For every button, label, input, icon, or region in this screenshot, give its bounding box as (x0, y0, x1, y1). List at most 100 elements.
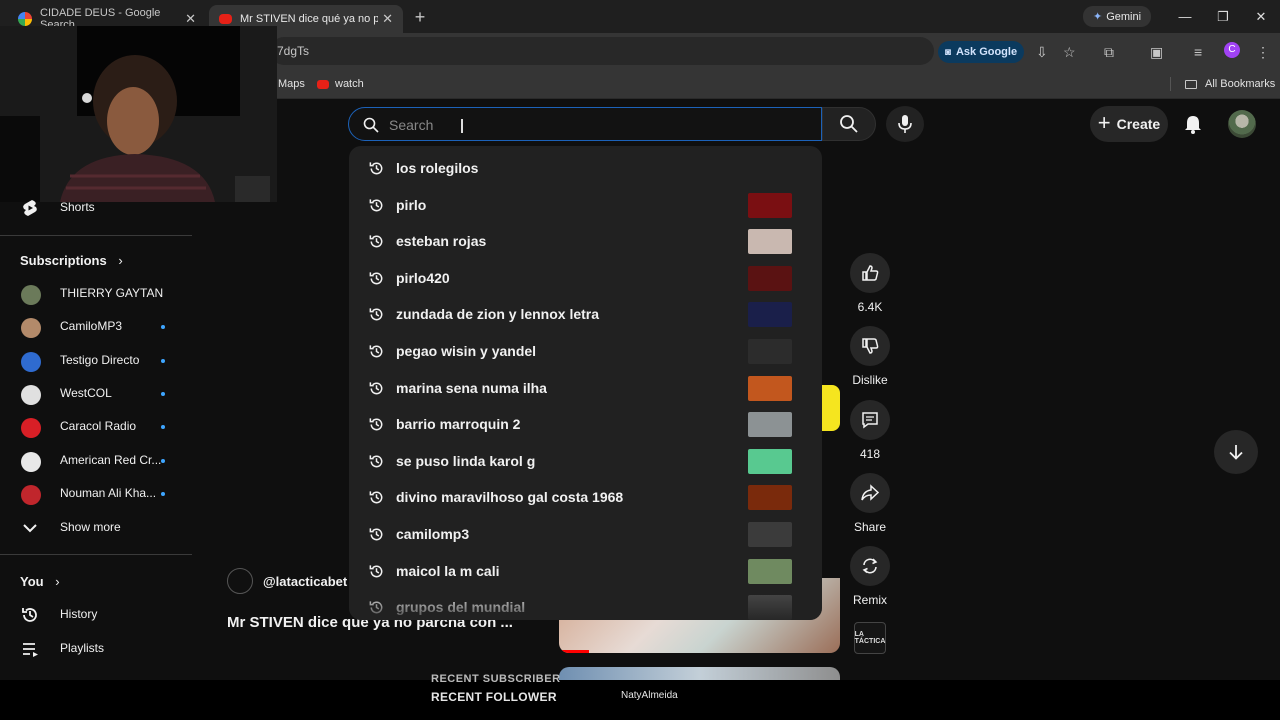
arrow-down-icon (1229, 445, 1243, 460)
close-icon[interactable]: ✕ (185, 11, 196, 27)
maximize-button[interactable]: ❐ (1204, 0, 1242, 33)
next-short-button[interactable] (1214, 430, 1258, 474)
search-suggestions-dropdown: los rolegilos pirlo esteban rojas pirlo420 z… (349, 146, 822, 620)
media-controls-icon[interactable]: ≡ (1194, 44, 1202, 60)
suggestion-text: pirlo (396, 196, 427, 213)
bookmark-star-icon[interactable]: ☆ (1063, 44, 1076, 61)
close-window-button[interactable]: ✕ (1242, 0, 1280, 33)
search-icon (840, 115, 858, 133)
omnibox[interactable]: 7dgTs (270, 37, 934, 65)
remix-button[interactable]: Remix (850, 546, 890, 607)
comment-icon[interactable] (850, 400, 890, 440)
bookmark-label: Maps (278, 78, 305, 90)
search-input[interactable]: Search (348, 107, 822, 141)
ask-google-button[interactable]: ◙ Ask Google (938, 41, 1024, 63)
comments-button[interactable]: 418 (850, 400, 890, 461)
channel-avatar[interactable] (227, 568, 253, 594)
search-suggestion[interactable]: pirlo (349, 187, 822, 223)
search-suggestion[interactable]: barrio marroquin 2 (349, 406, 822, 442)
share-button[interactable]: Share (850, 473, 890, 534)
create-button[interactable]: + Create (1090, 106, 1168, 142)
like-button[interactable]: 6.4K (850, 253, 890, 314)
side-panel-icon[interactable]: ▣ (1150, 44, 1163, 61)
subscription-item[interactable]: Testigo Directo (0, 344, 192, 378)
bookmarks-divider (1170, 77, 1171, 91)
sidebar-item-shorts[interactable]: Shorts (0, 191, 192, 225)
subscriptions-heading[interactable]: Subscriptions › (20, 253, 123, 268)
like-icon[interactable] (850, 253, 890, 293)
folder-icon (1185, 79, 1197, 89)
shorts-icon (23, 200, 37, 216)
bookmark-maps[interactable]: Maps (278, 78, 305, 90)
new-tab-button[interactable]: + (410, 7, 430, 28)
dislike-icon[interactable] (850, 326, 890, 366)
search-suggestion[interactable]: pirlo420 (349, 260, 822, 296)
search-suggestion[interactable]: esteban rojas (349, 223, 822, 259)
subscription-item[interactable]: Nouman Ali Kha... (0, 477, 192, 511)
you-heading[interactable]: You › (20, 574, 60, 589)
sidebar-item-label: History (60, 607, 98, 621)
extensions-icon[interactable]: ⧉ (1104, 44, 1114, 61)
subscription-name: American Red Cr... (60, 452, 162, 467)
chevron-right-icon: › (55, 574, 60, 589)
search-suggestion[interactable]: maicol la m cali (349, 553, 822, 589)
short-channel-info[interactable]: @latacticabet (227, 568, 347, 594)
sidebar-item-history[interactable]: History (0, 598, 192, 632)
gemini-button[interactable]: ✦ Gemini (1083, 6, 1151, 27)
video-frame-fragment (822, 385, 840, 431)
channel-avatar (21, 318, 41, 339)
google-icon (18, 12, 32, 26)
sidebar-item-playlists[interactable]: Playlists (0, 632, 192, 666)
chevron-right-icon: › (118, 253, 123, 268)
subscription-item[interactable]: Caracol Radio (0, 410, 192, 444)
search-suggestion[interactable]: se puso linda karol g (349, 443, 822, 479)
search-suggestion[interactable]: marina sena numa ilha (349, 370, 822, 406)
minimize-button[interactable]: — (1166, 0, 1204, 33)
close-icon[interactable]: ✕ (382, 11, 393, 27)
search-suggestion[interactable]: los rolegilos (349, 150, 822, 186)
account-avatar[interactable] (1228, 110, 1256, 138)
subscription-item[interactable]: CamiloMP3 (0, 310, 192, 344)
short-video-player[interactable] (822, 146, 840, 406)
suggestion-thumbnail (748, 302, 792, 328)
dislike-button[interactable]: Dislike (850, 326, 890, 387)
menu-kebab-icon[interactable]: ⋮ (1256, 44, 1270, 61)
share-icon[interactable] (850, 473, 890, 513)
subscription-item[interactable]: THIERRY GAYTAN (0, 277, 192, 311)
search-suggestion[interactable]: divino maravilhoso gal costa 1968 (349, 479, 822, 515)
subscription-name: Testigo Directo (60, 352, 140, 367)
search-suggestion[interactable]: camilomp3 (349, 516, 822, 552)
search-button[interactable] (822, 107, 876, 141)
video-progress-bar[interactable] (559, 650, 589, 653)
all-bookmarks[interactable]: All Bookmarks (1185, 78, 1275, 90)
show-more-button[interactable]: Show more (0, 511, 192, 545)
sound-channel-thumbnail[interactable]: LA TÁCTICA (854, 622, 886, 654)
search-suggestion[interactable]: pegao wisin y yandel (349, 333, 822, 369)
channel-avatar (21, 451, 41, 472)
history-icon (369, 455, 383, 468)
suggestion-thumbnail (748, 485, 792, 511)
recent-follower-name: NatyAlmeida (621, 690, 678, 701)
suggestion-thumbnail (748, 192, 792, 218)
playlist-icon (23, 643, 38, 657)
new-content-dot (161, 325, 165, 330)
suggestion-thumbnail (748, 412, 792, 438)
suggestion-text: maicol la m cali (396, 562, 500, 579)
channel-avatar (21, 384, 41, 405)
voice-search-button[interactable] (886, 106, 924, 142)
suggestion-text: divino maravilhoso gal costa 1968 (396, 489, 624, 506)
subscription-item[interactable]: WestCOL (0, 377, 192, 411)
suggestion-thumbnail (748, 448, 792, 474)
new-content-dot (161, 491, 165, 496)
bookmark-label: watch (335, 78, 364, 90)
channel-handle[interactable]: @latacticabet (263, 574, 347, 589)
install-app-icon[interactable]: ⇩ (1036, 44, 1048, 61)
profile-avatar[interactable]: C (1224, 42, 1240, 58)
subscription-item[interactable]: American Red Cr... (0, 444, 192, 478)
youtube-icon (317, 79, 329, 89)
history-icon (369, 528, 383, 541)
bookmark-watch[interactable]: watch (317, 78, 364, 90)
search-suggestion[interactable]: zundada de zion y lennox letra (349, 296, 822, 332)
remix-icon[interactable] (850, 546, 890, 586)
notifications-bell-icon[interactable] (1182, 113, 1204, 135)
